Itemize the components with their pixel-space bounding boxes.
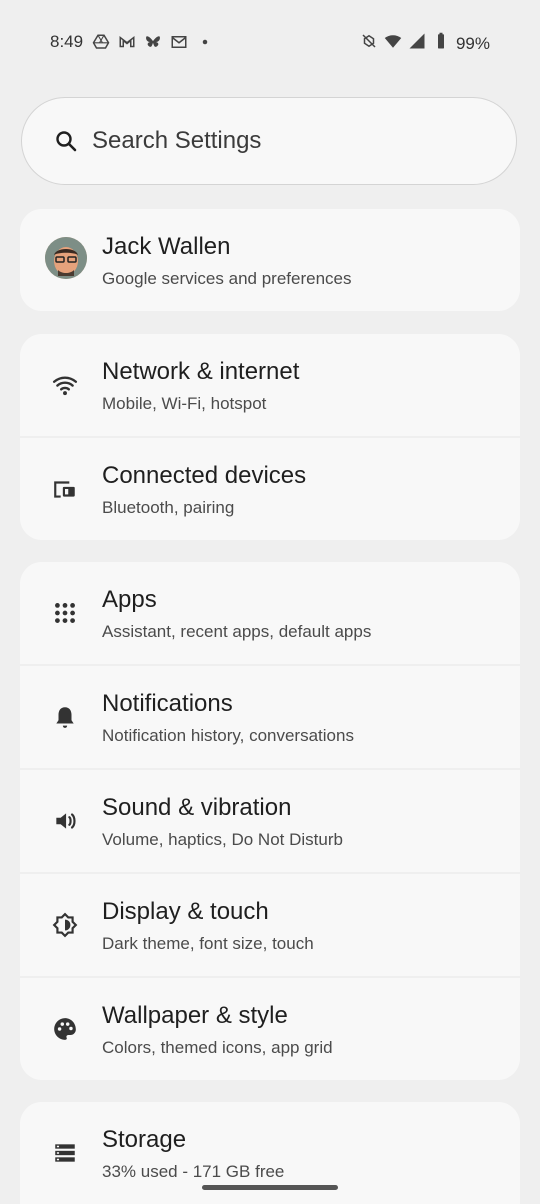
status-bar: 8:49 99% bbox=[0, 0, 540, 88]
item-title: Sound & vibration bbox=[102, 794, 292, 821]
signal-icon bbox=[408, 32, 426, 55]
settings-item-apps[interactable]: Apps Assistant, recent apps, default app… bbox=[20, 562, 520, 664]
search-icon bbox=[54, 129, 78, 153]
account-subtitle: Google services and preferences bbox=[102, 269, 352, 288]
item-title: Network & internet bbox=[102, 358, 300, 385]
brightness-icon bbox=[52, 912, 78, 938]
apps-grid-icon bbox=[52, 600, 78, 626]
item-title: Wallpaper & style bbox=[102, 1002, 288, 1029]
account-row[interactable]: Jack Wallen Google services and preferen… bbox=[20, 209, 520, 311]
bluesky-icon bbox=[144, 33, 162, 56]
system-icons: 99% bbox=[360, 32, 490, 55]
item-subtitle: Dark theme, font size, touch bbox=[102, 934, 314, 953]
item-subtitle: Notification history, conversations bbox=[102, 726, 354, 745]
palette-icon bbox=[52, 1016, 78, 1042]
drive-icon bbox=[92, 33, 110, 56]
battery-percent: 99% bbox=[455, 33, 490, 53]
dot-icon bbox=[196, 33, 214, 56]
devices-icon bbox=[52, 476, 78, 502]
item-title: Apps bbox=[102, 586, 157, 613]
settings-item-notifications[interactable]: Notifications Notification history, conv… bbox=[20, 664, 520, 768]
mail-icon bbox=[170, 33, 188, 56]
settings-group-connectivity: Network & internet Mobile, Wi-Fi, hotspo… bbox=[20, 334, 520, 540]
status-time: 8:49 bbox=[50, 32, 84, 51]
bell-icon bbox=[52, 704, 78, 730]
settings-group-apps: Apps Assistant, recent apps, default app… bbox=[20, 562, 520, 1080]
search-label: Search Settings bbox=[92, 127, 262, 154]
item-title: Connected devices bbox=[102, 462, 307, 489]
gesture-nav-handle[interactable] bbox=[202, 1185, 338, 1190]
item-subtitle: Colors, themed icons, app grid bbox=[102, 1038, 333, 1057]
settings-item-connected-devices[interactable]: Connected devices Bluetooth, pairing bbox=[20, 436, 520, 540]
item-subtitle: Volume, haptics, Do Not Disturb bbox=[102, 830, 343, 849]
account-card[interactable]: Jack Wallen Google services and preferen… bbox=[20, 209, 520, 311]
avatar bbox=[45, 237, 87, 279]
settings-item-sound[interactable]: Sound & vibration Volume, haptics, Do No… bbox=[20, 768, 520, 872]
speaker-icon bbox=[52, 808, 78, 834]
item-subtitle: Mobile, Wi-Fi, hotspot bbox=[102, 394, 267, 413]
item-title: Storage bbox=[102, 1126, 187, 1153]
gmail-icon bbox=[118, 33, 136, 56]
search-settings-bar[interactable]: Search Settings bbox=[21, 97, 517, 185]
item-subtitle: Assistant, recent apps, default apps bbox=[102, 622, 372, 641]
storage-icon bbox=[52, 1140, 78, 1166]
silent-icon bbox=[360, 32, 378, 55]
settings-item-network[interactable]: Network & internet Mobile, Wi-Fi, hotspo… bbox=[20, 334, 520, 436]
item-title: Display & touch bbox=[102, 898, 269, 925]
item-subtitle: 33% used - 171 GB free bbox=[102, 1162, 285, 1181]
wifi-icon bbox=[52, 372, 78, 398]
account-name: Jack Wallen bbox=[102, 233, 231, 260]
item-subtitle: Bluetooth, pairing bbox=[102, 498, 235, 517]
settings-item-display[interactable]: Display & touch Dark theme, font size, t… bbox=[20, 872, 520, 976]
wifi-icon bbox=[384, 32, 402, 55]
battery-icon bbox=[432, 32, 450, 55]
settings-item-wallpaper[interactable]: Wallpaper & style Colors, themed icons, … bbox=[20, 976, 520, 1080]
notification-icons bbox=[92, 33, 214, 56]
item-title: Notifications bbox=[102, 690, 233, 717]
